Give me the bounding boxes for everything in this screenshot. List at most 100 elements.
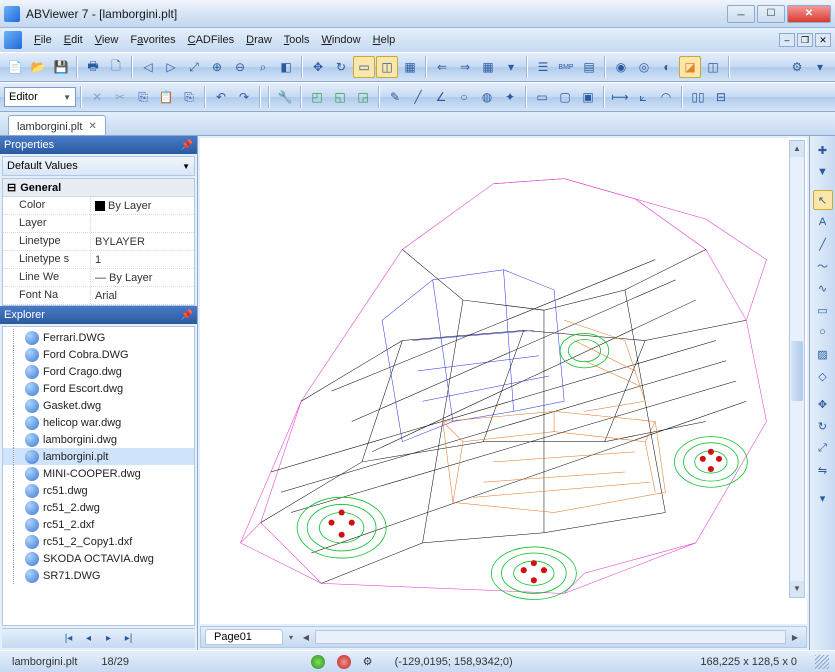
- menu-view[interactable]: View: [89, 32, 125, 48]
- nav-prev-icon[interactable]: ◂: [81, 633, 97, 644]
- nav-next-icon[interactable]: ▸: [101, 633, 117, 644]
- dd-icon[interactable]: ▾: [500, 56, 522, 78]
- menu-draw[interactable]: Draw: [240, 32, 278, 48]
- cursor-icon[interactable]: ↖: [813, 190, 833, 210]
- page-tab[interactable]: Page01: [205, 629, 283, 645]
- drawing-canvas[interactable]: ▲ ▼: [200, 138, 807, 624]
- menu-tools[interactable]: Tools: [278, 32, 316, 48]
- print-icon[interactable]: 🖶: [82, 56, 104, 78]
- rotate-tool-icon[interactable]: ↻: [813, 416, 833, 436]
- arrow-left-icon[interactable]: ⇐: [431, 56, 453, 78]
- polyline-icon[interactable]: 〜: [813, 256, 833, 276]
- dim-linear-icon[interactable]: ⟼: [609, 86, 631, 108]
- file-item[interactable]: lamborgini.plt: [3, 448, 194, 465]
- file-item[interactable]: helicop war.dwg: [3, 414, 194, 431]
- delete-icon[interactable]: ✕: [86, 86, 108, 108]
- mdi-close[interactable]: ✕: [815, 33, 831, 47]
- file-item[interactable]: rc51_2.dwg: [3, 499, 194, 516]
- render-flat-icon[interactable]: ◫: [702, 56, 724, 78]
- scroll-thumb[interactable]: [791, 341, 803, 401]
- copy2-icon[interactable]: ⎘: [178, 86, 200, 108]
- bmp-icon[interactable]: BMP: [555, 56, 577, 78]
- page-dd-icon[interactable]: ▾: [289, 633, 293, 642]
- properties-header[interactable]: Properties 📌: [0, 136, 197, 154]
- pin-icon[interactable]: 📌: [181, 310, 193, 321]
- select-icon[interactable]: ▭: [353, 56, 375, 78]
- menu-help[interactable]: Help: [367, 32, 402, 48]
- file-item[interactable]: rc51_2_Copy1.dxf: [3, 533, 194, 550]
- filter-icon[interactable]: ▼: [813, 162, 833, 182]
- dim-arc-icon[interactable]: ◠: [655, 86, 677, 108]
- explorer-header[interactable]: Explorer 📌: [0, 306, 197, 324]
- nav-prev-icon[interactable]: ◁: [137, 56, 159, 78]
- prop-row[interactable]: LinetypeBYLAYER: [3, 233, 194, 251]
- move-icon[interactable]: ✥: [813, 394, 833, 414]
- line-tool-icon[interactable]: ╱: [813, 234, 833, 254]
- prop-value[interactable]: 1: [91, 251, 194, 268]
- scroll-right-icon[interactable]: ▶: [788, 633, 802, 642]
- draw-circle-icon[interactable]: ○: [453, 86, 475, 108]
- file-item[interactable]: rc51.dwg: [3, 482, 194, 499]
- zoom-fit-icon[interactable]: ⌕: [252, 56, 274, 78]
- pin-icon[interactable]: 📌: [181, 140, 193, 151]
- file-item[interactable]: SR71.DWG: [3, 567, 194, 584]
- print-preview-icon[interactable]: 🗋: [105, 56, 127, 78]
- prop-row[interactable]: ColorBy Layer: [3, 197, 194, 215]
- new-icon[interactable]: 📄: [4, 56, 26, 78]
- file-item[interactable]: lamborgini.dwg: [3, 431, 194, 448]
- render-shaded-icon[interactable]: ◪: [679, 56, 701, 78]
- split-h-icon[interactable]: ▯▯: [687, 86, 709, 108]
- editor-combo[interactable]: Editor ▼: [4, 87, 76, 107]
- layers-icon[interactable]: ☰: [532, 56, 554, 78]
- prop-row[interactable]: Linetype s1: [3, 251, 194, 269]
- file-item[interactable]: Ford Cobra.DWG: [3, 346, 194, 363]
- draw-fill-icon[interactable]: ◍: [476, 86, 498, 108]
- menu-favorites[interactable]: Favorites: [124, 32, 181, 48]
- scroll-up-icon[interactable]: ▲: [790, 141, 804, 157]
- status-gear-icon[interactable]: ⚙: [363, 655, 377, 669]
- close-button[interactable]: [787, 5, 831, 23]
- align-right-icon[interactable]: ◲: [352, 86, 374, 108]
- prop-value[interactable]: BYLAYER: [91, 233, 194, 250]
- mdi-minimize[interactable]: –: [779, 33, 795, 47]
- layer-mgr-icon[interactable]: ▭: [531, 86, 553, 108]
- menu-cadfiles[interactable]: CADFiles: [182, 32, 240, 48]
- nav-first-icon[interactable]: |◂: [61, 633, 77, 644]
- file-item[interactable]: rc51_2.dxf: [3, 516, 194, 533]
- scale-icon[interactable]: ⤢: [813, 438, 833, 458]
- menu-window[interactable]: Window: [315, 32, 366, 48]
- nav-next-icon[interactable]: ▷: [160, 56, 182, 78]
- hscroll-track[interactable]: [315, 630, 786, 644]
- undo-icon[interactable]: ↶: [210, 86, 232, 108]
- prop-value[interactable]: By Layer: [91, 197, 194, 214]
- doc-tab[interactable]: lamborgini.plt ✕: [8, 115, 106, 135]
- nav-last-icon[interactable]: ▸|: [121, 633, 137, 644]
- point-icon[interactable]: ◇: [813, 366, 833, 386]
- hatch-icon[interactable]: ▨: [813, 344, 833, 364]
- settings-icon[interactable]: ⚙: [786, 56, 808, 78]
- box-icon[interactable]: ▢: [554, 86, 576, 108]
- prop-value[interactable]: [91, 215, 194, 232]
- zoom-window-icon[interactable]: ⤢: [183, 56, 205, 78]
- file-item[interactable]: Gasket.dwg: [3, 397, 194, 414]
- scroll-left-icon[interactable]: ◀: [299, 633, 313, 642]
- tab-close-icon[interactable]: ✕: [88, 121, 96, 132]
- zoom-extents-icon[interactable]: ◧: [275, 56, 297, 78]
- paste-icon[interactable]: 📋: [155, 86, 177, 108]
- dim-angle-icon[interactable]: ⟀: [632, 86, 654, 108]
- box2-icon[interactable]: ▣: [577, 86, 599, 108]
- scroll-down-icon[interactable]: ▼: [790, 581, 804, 597]
- resize-grip[interactable]: [815, 655, 829, 669]
- tool-wrench-icon[interactable]: 🔧: [274, 86, 296, 108]
- properties-preset-combo[interactable]: Default Values ▼: [2, 156, 195, 176]
- cut-icon[interactable]: ✂: [109, 86, 131, 108]
- export-icon[interactable]: ▤: [578, 56, 600, 78]
- prop-group-general[interactable]: ⊟General: [3, 179, 194, 197]
- mirror-icon[interactable]: ⇋: [813, 460, 833, 480]
- view-mode-icon[interactable]: ◫: [376, 56, 398, 78]
- menu-file[interactable]: File: [28, 32, 58, 48]
- split-v-icon[interactable]: ⊟: [710, 86, 732, 108]
- save-icon[interactable]: 💾: [50, 56, 72, 78]
- zoom-in-icon[interactable]: ⊕: [206, 56, 228, 78]
- zoom-out-icon[interactable]: ⊖: [229, 56, 251, 78]
